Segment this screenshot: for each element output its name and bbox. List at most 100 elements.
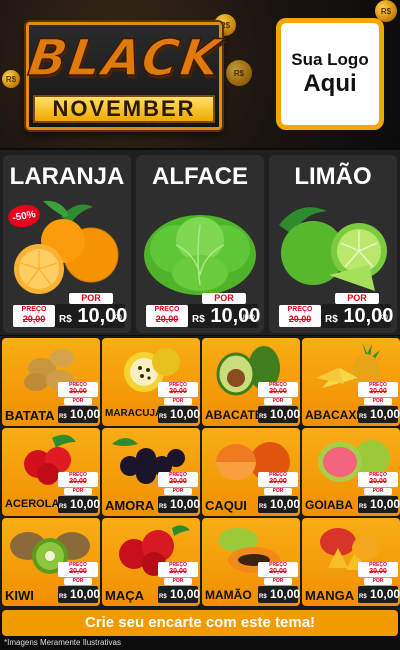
product-card-abacaxi[interactable]: ABACAXI PREÇO 20,00 POR R$ 10,00 <box>302 338 400 426</box>
old-price: 20,00 <box>22 314 46 324</box>
price-tag: PREÇO 20,00 POR R$ 10,00 <box>58 472 100 514</box>
product-card-maracuja[interactable]: MARACUJÁ PREÇO 20,00 POR R$ 10,00 <box>102 338 200 426</box>
price-tag: PREÇO 20,00 POR R$ 10,00 <box>58 382 100 424</box>
price-value: 10,00 <box>270 497 300 511</box>
product-name: MAMÃO <box>205 588 252 602</box>
old-price-box: PREÇO 20,00 <box>358 562 398 577</box>
old-price-box: PREÇO 20,00 <box>258 562 298 577</box>
price-value: 10,00 <box>370 587 400 601</box>
price-tag: PREÇO 20,00 POR R$ 10,00 <box>258 382 300 424</box>
current-price: R$ 10,00 <box>258 496 300 513</box>
current-price: R$ 10,00 KG <box>321 304 393 328</box>
product-card-abacate[interactable]: ABACATE PREÇO 20,00 POR R$ 10,00 <box>202 338 300 426</box>
currency-symbol: R$ <box>159 414 167 420</box>
old-price: 20,00 <box>169 478 187 485</box>
old-price: 20,00 <box>288 314 312 324</box>
price-tag: POR PREÇO 20,00 R$ 10,00 KG <box>279 293 397 329</box>
price-tag: PREÇO 20,00 POR R$ 10,00 <box>358 382 400 424</box>
old-price-box: PREÇO 20,00 <box>158 472 198 487</box>
currency-symbol: R$ <box>325 314 338 325</box>
old-price: 20,00 <box>369 388 387 395</box>
product-name: MAÇA <box>105 588 144 603</box>
featured-card-laranja[interactable]: LARANJA -50% POR PREÇO 20,00 R$ 10,00 KG <box>3 155 131 333</box>
currency-symbol: R$ <box>59 594 67 600</box>
price-tag: PREÇO 20,00 POR R$ 10,00 <box>158 562 200 604</box>
price-value: 10,00 <box>270 587 300 601</box>
product-card-amora[interactable]: AMORA PREÇO 20,00 POR R$ 10,00 <box>102 428 200 516</box>
product-name: MANGA <box>305 588 355 603</box>
old-price: 20,00 <box>69 568 87 575</box>
currency-symbol: R$ <box>59 314 72 325</box>
product-card-acerola[interactable]: ACEROLA PREÇO 20,00 POR R$ 10,00 <box>2 428 100 516</box>
old-price-box: PREÇO 20,00 <box>279 305 321 327</box>
product-name: LIMÃO <box>294 163 372 190</box>
preco-label: PREÇO <box>21 306 47 313</box>
old-price: 20,00 <box>69 388 87 395</box>
disclaimer-text: *Imagens Meramente Ilustrativas <box>4 638 121 647</box>
price-value: 10,00 <box>370 497 400 511</box>
create-flyer-button[interactable]: Crie seu encarte com este tema! <box>2 610 398 636</box>
featured-products: LARANJA -50% POR PREÇO 20,00 R$ 10,00 KG… <box>0 150 400 335</box>
old-price: 20,00 <box>169 568 187 575</box>
product-name: LARANJA <box>9 163 125 190</box>
logo-line-2: Aqui <box>303 70 357 97</box>
lettuce-icon <box>144 215 256 295</box>
old-price: 20,00 <box>155 314 179 324</box>
price-tag: PREÇO 20,00 POR R$ 10,00 <box>358 562 400 604</box>
flyer-header: R$ R$ R$ R$ BLACK NOVEMBER Sua Logo Aqui <box>0 0 400 148</box>
por-label: POR <box>364 578 392 585</box>
price-tag: PREÇO 20,00 POR R$ 10,00 <box>58 562 100 604</box>
product-name: BATATA <box>5 408 55 423</box>
old-price: 20,00 <box>269 478 287 485</box>
product-card-mamao[interactable]: MAMÃO PREÇO 20,00 POR R$ 10,00 <box>202 518 300 606</box>
por-label: POR <box>64 488 92 495</box>
price-unit: KG <box>379 315 388 321</box>
current-price: R$ 10,00 <box>158 496 200 513</box>
currency-symbol: R$ <box>259 594 267 600</box>
product-name: MARACUJÁ <box>105 408 163 419</box>
featured-card-limao[interactable]: LIMÃO POR PREÇO 20,00 R$ 10,00 KG <box>269 155 397 333</box>
price-value: 10,00 <box>170 497 200 511</box>
product-card-maca[interactable]: MAÇA PREÇO 20,00 POR R$ 10,00 <box>102 518 200 606</box>
por-label: POR <box>364 398 392 405</box>
currency-symbol: R$ <box>359 504 367 510</box>
old-price-box: PREÇO 20,00 <box>58 472 98 487</box>
product-card-batata[interactable]: BATATA PREÇO 20,00 POR R$ 10,00 <box>2 338 100 426</box>
product-grid: BATATA PREÇO 20,00 POR R$ 10,00 MARACUJÁ … <box>0 336 400 610</box>
product-card-manga[interactable]: MANGA PREÇO 20,00 POR R$ 10,00 <box>302 518 400 606</box>
product-name: CAQUI <box>205 498 247 513</box>
current-price: R$ 10,00 <box>158 586 200 603</box>
currency-symbol: R$ <box>192 314 205 325</box>
por-label: POR <box>164 578 192 585</box>
old-price: 20,00 <box>269 568 287 575</box>
current-price: R$ 10,00 KG <box>55 304 127 328</box>
logo-placeholder[interactable]: Sua Logo Aqui <box>276 18 384 130</box>
price-tag: PREÇO 20,00 POR R$ 10,00 <box>258 562 300 604</box>
old-price-box: PREÇO 20,00 <box>358 382 398 397</box>
current-price: R$ 10,00 UNID <box>188 304 260 328</box>
current-price: R$ 10,00 <box>358 496 400 513</box>
price-value: 10,00 <box>70 407 100 421</box>
price-tag: PREÇO 20,00 POR R$ 10,00 <box>158 472 200 514</box>
product-card-caqui[interactable]: CAQUI PREÇO 20,00 POR R$ 10,00 <box>202 428 300 516</box>
price-unit: KG <box>113 315 122 321</box>
old-price: 20,00 <box>269 388 287 395</box>
price-value: 10,00 <box>70 587 100 601</box>
old-price-box: PREÇO 20,00 <box>58 562 98 577</box>
price-tag: PREÇO 20,00 POR R$ 10,00 <box>258 472 300 514</box>
product-name: ABACAXI <box>305 408 360 422</box>
currency-symbol: R$ <box>359 594 367 600</box>
lime-icon <box>279 207 387 291</box>
por-label: POR <box>264 488 292 495</box>
current-price: R$ 10,00 <box>358 586 400 603</box>
banner-subtitle: NOVEMBER <box>33 95 215 123</box>
product-card-goiaba[interactable]: GOIABA PREÇO 20,00 POR R$ 10,00 <box>302 428 400 516</box>
featured-card-alface[interactable]: ALFACE POR PREÇO 20,00 R$ 10,00 UNID <box>136 155 264 333</box>
current-price: R$ 10,00 <box>258 406 300 423</box>
product-name: GOIABA <box>305 498 353 512</box>
product-card-kiwi[interactable]: KIWI PREÇO 20,00 POR R$ 10,00 <box>2 518 100 606</box>
old-price-box: PREÇO 20,00 <box>146 305 188 327</box>
old-price-box: PREÇO 20,00 <box>58 382 98 397</box>
price-tag: POR PREÇO 20,00 R$ 10,00 UNID <box>146 293 264 329</box>
por-label: POR <box>164 398 192 405</box>
